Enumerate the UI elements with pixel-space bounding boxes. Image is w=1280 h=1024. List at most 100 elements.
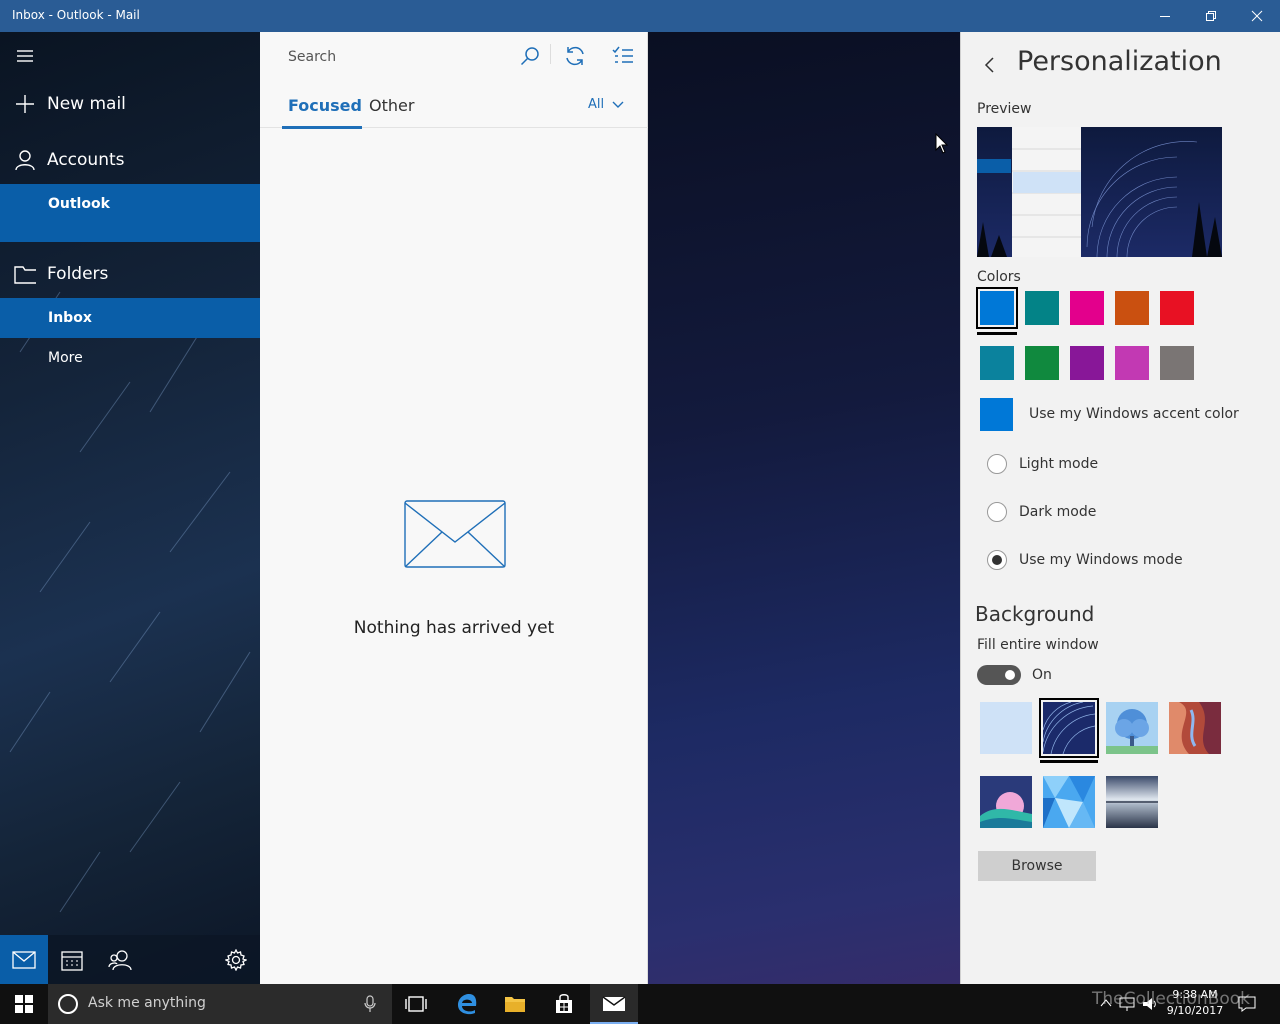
- people-app-button[interactable]: [96, 935, 144, 984]
- folder-icon: [14, 263, 36, 285]
- color-swatch[interactable]: [976, 287, 1018, 329]
- taskbar-clock[interactable]: 9:38 AM 9/10/2017: [1165, 987, 1225, 1019]
- accounts-button[interactable]: Accounts: [0, 136, 260, 184]
- empty-state-text: Nothing has arrived yet: [353, 618, 555, 638]
- windows-mode-label[interactable]: Use my Windows mode: [1019, 552, 1183, 568]
- windows-logo-icon: [15, 995, 33, 1013]
- accounts-label: Accounts: [47, 150, 125, 170]
- edge-browser-button[interactable]: [443, 984, 491, 1024]
- file-explorer-button[interactable]: [491, 984, 539, 1024]
- browse-button[interactable]: Browse: [978, 851, 1096, 881]
- action-center-icon[interactable]: [1238, 996, 1256, 1012]
- edge-browser-icon: [458, 994, 477, 1015]
- background-thumb-light[interactable]: [980, 702, 1032, 754]
- cortana-icon: [58, 994, 78, 1014]
- store-icon: [556, 994, 572, 1013]
- folders-label: Folders: [47, 264, 109, 284]
- tab-other[interactable]: Other: [369, 96, 414, 115]
- clock-date: 9/10/2017: [1166, 1004, 1224, 1017]
- start-button[interactable]: [0, 984, 48, 1024]
- minimize-icon: [1160, 16, 1170, 17]
- color-swatch[interactable]: [1160, 346, 1194, 380]
- selection-mode-button[interactable]: [605, 38, 641, 74]
- clock-time: 9:38 AM: [1172, 988, 1218, 1001]
- account-outlook[interactable]: Outlook: [0, 184, 260, 242]
- mail-taskbar-button[interactable]: [590, 984, 638, 1024]
- task-view-button[interactable]: [392, 984, 440, 1024]
- dark-mode-label[interactable]: Dark mode: [1019, 504, 1096, 520]
- back-button[interactable]: [975, 50, 1005, 80]
- background-thumb-crystal[interactable]: [1043, 776, 1095, 828]
- radio-dark-mode[interactable]: [987, 502, 1007, 522]
- close-button[interactable]: [1234, 0, 1280, 32]
- filter-label: All: [588, 97, 605, 112]
- personalization-panel: Personalization Preview Colors Use my Wi…: [960, 32, 1280, 984]
- microphone-icon[interactable]: [364, 995, 376, 1013]
- background-thumb-star-trails[interactable]: [1039, 698, 1099, 758]
- restore-button[interactable]: [1188, 0, 1234, 32]
- color-swatch[interactable]: [1070, 291, 1104, 325]
- folder-more[interactable]: More: [0, 338, 260, 378]
- new-mail-button[interactable]: New mail: [0, 80, 260, 128]
- settings-button[interactable]: [212, 935, 260, 984]
- preview-label: Preview: [977, 101, 1032, 117]
- sync-button[interactable]: [557, 38, 593, 74]
- selected-background-indicator: [1040, 760, 1098, 763]
- new-mail-label: New mail: [47, 94, 126, 114]
- folder-inbox[interactable]: Inbox: [0, 298, 260, 338]
- inbox-label: Inbox: [48, 310, 92, 326]
- radio-light-mode[interactable]: [987, 454, 1007, 474]
- folder-icon: [505, 997, 525, 1012]
- title-bar: Inbox - Outlook - Mail: [0, 0, 1280, 32]
- window-title: Inbox - Outlook - Mail: [12, 8, 140, 22]
- toolbar-separator: [550, 44, 551, 64]
- color-swatch[interactable]: [1025, 346, 1059, 380]
- background-heading: Background: [975, 602, 1095, 626]
- message-list-pane: Focused Other All Nothing has arrived ye…: [260, 32, 648, 984]
- accent-color-label[interactable]: Use my Windows accent color: [1029, 406, 1239, 422]
- background-thumb-hills[interactable]: [980, 776, 1032, 828]
- preview-image: [977, 127, 1222, 257]
- hamburger-button[interactable]: [0, 32, 260, 80]
- folders-button[interactable]: Folders: [0, 250, 260, 298]
- restore-icon: [1206, 11, 1216, 21]
- empty-mail-icon: [404, 500, 506, 568]
- filter-dropdown[interactable]: All: [588, 97, 624, 112]
- account-label: Outlook: [48, 196, 110, 212]
- inbox-tabs: Focused Other All: [260, 94, 648, 129]
- chevron-left-icon: [984, 57, 994, 73]
- tab-focused[interactable]: Focused: [288, 96, 362, 115]
- background-thumb-lake[interactable]: [1106, 776, 1158, 828]
- radio-windows-mode[interactable]: [987, 550, 1007, 570]
- mail-app-button[interactable]: [0, 935, 48, 984]
- navigation-pane: New mail Accounts Outlook Folders Inbox …: [0, 32, 260, 984]
- color-swatch[interactable]: [1025, 291, 1059, 325]
- search-input[interactable]: [288, 49, 508, 65]
- checklist-icon: [612, 46, 633, 63]
- calendar-app-button[interactable]: [48, 935, 96, 984]
- color-swatch[interactable]: [1115, 346, 1149, 380]
- task-view-icon: [405, 996, 427, 1012]
- search-button[interactable]: [512, 38, 548, 74]
- color-swatch[interactable]: [1160, 291, 1194, 325]
- color-swatch[interactable]: [980, 346, 1014, 380]
- theme-preview: [977, 127, 1222, 257]
- store-button[interactable]: [540, 984, 588, 1024]
- color-swatch[interactable]: [1070, 346, 1104, 380]
- minimize-button[interactable]: [1142, 0, 1188, 32]
- more-label: More: [48, 350, 83, 366]
- chevron-down-icon: [612, 101, 624, 108]
- taskbar: Ask me anything TheCollectionBook 9:38 A…: [0, 984, 1280, 1024]
- light-mode-label[interactable]: Light mode: [1019, 456, 1098, 472]
- color-swatch[interactable]: [1115, 291, 1149, 325]
- active-tab-indicator: [282, 126, 362, 129]
- close-icon: [1251, 10, 1263, 22]
- accent-color-swatch[interactable]: [980, 398, 1013, 431]
- fill-window-toggle[interactable]: [977, 665, 1021, 685]
- mail-icon: [12, 950, 36, 969]
- background-thumb-tree[interactable]: [1106, 702, 1158, 754]
- background-thumb-canyon[interactable]: [1169, 702, 1221, 754]
- cortana-search-box[interactable]: Ask me anything: [48, 984, 392, 1024]
- mouse-cursor-icon: [935, 133, 949, 154]
- selected-color-indicator: [977, 332, 1017, 335]
